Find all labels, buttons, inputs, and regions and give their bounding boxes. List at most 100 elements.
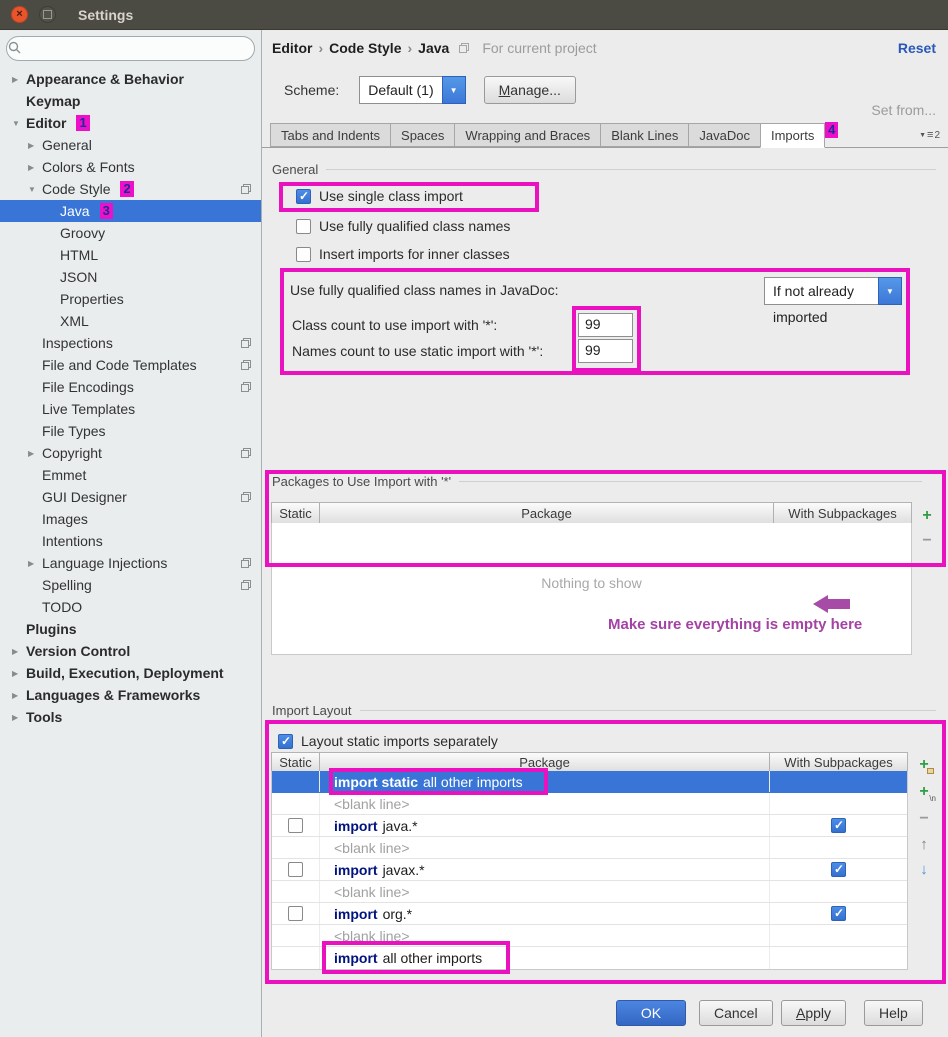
manage-button[interactable]: Manage... [484,76,576,104]
dropdown-arrow-icon[interactable]: ▼ [878,277,902,305]
set-from-link[interactable]: Set from... [871,102,936,118]
sidebar-item-emmet[interactable]: Emmet [0,464,261,486]
search-input[interactable] [6,36,255,61]
scheme-dropdown[interactable]: Default (1) ▼ [359,76,465,104]
table-row-blank-line[interactable]: <blank line> [272,925,907,947]
static-checkbox-unchecked[interactable] [288,906,303,921]
subpackages-checkbox-checked[interactable] [831,818,846,833]
sidebar-item-build-execution-deployment[interactable]: Build, Execution, Deployment [0,662,261,684]
checkbox-unchecked-icon[interactable] [296,247,311,262]
add-blank-line-button[interactable]: +\n [914,782,934,802]
breadcrumb-code-style[interactable]: Code Style [329,40,401,56]
sidebar-item-images[interactable]: Images [0,508,261,530]
sidebar-item-xml[interactable]: XML [0,310,261,332]
sidebar-item-copyright[interactable]: Copyright [0,442,261,464]
insert-imports-inner-classes-checkbox[interactable]: Insert imports for inner classes [296,243,510,265]
sidebar-item-editor[interactable]: Editor1 [0,112,261,134]
sidebar-item-languages-frameworks[interactable]: Languages & Frameworks [0,684,261,706]
static-checkbox-unchecked[interactable] [288,818,303,833]
subpackages-checkbox-checked[interactable] [831,906,846,921]
chevron-right-icon[interactable] [28,163,42,172]
chevron-right-icon[interactable] [28,141,42,150]
sidebar-item-colors-fonts[interactable]: Colors & Fonts [0,156,261,178]
sidebar-item-version-control[interactable]: Version Control [0,640,261,662]
chevron-right-icon[interactable] [28,449,42,458]
sidebar-item-groovy[interactable]: Groovy [0,222,261,244]
sidebar-item-gui-designer[interactable]: GUI Designer [0,486,261,508]
remove-entry-button[interactable]: − [914,809,934,829]
sidebar-item-appearance-behavior[interactable]: Appearance & Behavior [0,68,261,90]
sidebar-item-file-types[interactable]: File Types [0,420,261,442]
settings-sidebar: Appearance & Behavior Keymap Editor1 Gen… [0,30,262,1037]
sidebar-item-plugins[interactable]: Plugins [0,618,261,640]
sidebar-item-code-style[interactable]: Code Style2 [0,178,261,200]
table-row-blank-line[interactable]: <blank line> [272,837,907,859]
chevron-right-icon[interactable] [12,647,26,656]
ok-button[interactable]: OK [616,1000,686,1026]
sidebar-item-intentions[interactable]: Intentions [0,530,261,552]
table-row-import-all-other[interactable]: importall other imports [272,947,907,969]
chevron-right-icon[interactable] [12,669,26,678]
tab-spaces[interactable]: Spaces [390,123,454,147]
tab-imports[interactable]: Imports4 [760,123,825,148]
table-row-import-static-all[interactable]: import staticall other imports [272,771,907,793]
class-count-input[interactable]: 99 [578,313,633,337]
names-count-input[interactable]: 99 [578,339,633,363]
dropdown-arrow-icon[interactable]: ▼ [442,76,466,104]
sidebar-item-inspections[interactable]: Inspections [0,332,261,354]
tab-tabs-and-indents[interactable]: Tabs and Indents [270,123,390,147]
move-up-button[interactable]: ↑ [914,834,934,854]
chevron-down-icon[interactable] [12,119,26,128]
chevron-right-icon[interactable] [12,75,26,84]
checkbox-unchecked-icon[interactable] [296,219,311,234]
annotation-badge-4: 4 [825,122,838,138]
subpackages-checkbox-checked[interactable] [831,862,846,877]
tab-javadoc[interactable]: JavaDoc [688,123,760,147]
sidebar-item-tools[interactable]: Tools [0,706,261,728]
sidebar-item-file-code-templates[interactable]: File and Code Templates [0,354,261,376]
use-single-class-import-checkbox[interactable]: Use single class import [296,185,463,207]
sidebar-item-live-templates[interactable]: Live Templates [0,398,261,420]
packages-table-body[interactable]: Nothing to show [271,523,912,655]
table-row-import-org[interactable]: importorg.* [272,903,907,925]
table-row-blank-line[interactable]: <blank line> [272,793,907,815]
checkbox-checked-icon[interactable] [278,734,293,749]
chevron-down-icon[interactable] [28,185,42,194]
tab-blank-lines[interactable]: Blank Lines [600,123,688,147]
static-checkbox-unchecked[interactable] [288,862,303,877]
add-package-button[interactable]: + [914,755,934,775]
remove-package-button[interactable]: − [917,531,937,551]
layout-static-imports-checkbox[interactable]: Layout static imports separately [278,730,498,752]
chevron-right-icon[interactable] [28,559,42,568]
apply-button[interactable]: Apply [781,1000,846,1026]
sidebar-item-todo[interactable]: TODO [0,596,261,618]
sidebar-item-properties[interactable]: Properties [0,288,261,310]
use-fully-qualified-class-names-checkbox[interactable]: Use fully qualified class names [296,215,510,237]
window-restore-button[interactable] [39,6,56,23]
help-button[interactable]: Help [864,1000,923,1026]
cancel-button[interactable]: Cancel [699,1000,773,1026]
reset-link[interactable]: Reset [898,40,936,56]
sidebar-item-file-encodings[interactable]: File Encodings [0,376,261,398]
window-close-button[interactable]: × [11,6,28,23]
chevron-right-icon[interactable] [12,713,26,722]
javadoc-fq-dropdown[interactable]: If not already imported ▼ [764,277,902,305]
table-row-blank-line[interactable]: <blank line> [272,881,907,903]
breadcrumb-editor[interactable]: Editor [272,40,312,56]
sidebar-item-java[interactable]: Java3 [0,200,261,222]
hidden-tabs-indicator[interactable]: ▼≡2 [919,129,940,141]
sidebar-item-json[interactable]: JSON [0,266,261,288]
sidebar-item-general[interactable]: General [0,134,261,156]
table-row-import-java[interactable]: importjava.* [272,815,907,837]
add-package-button[interactable]: + [917,506,937,526]
sidebar-item-language-injections[interactable]: Language Injections [0,552,261,574]
sidebar-item-html[interactable]: HTML [0,244,261,266]
table-row-import-javax[interactable]: importjavax.* [272,859,907,881]
move-down-button[interactable]: ↓ [914,859,934,879]
sidebar-item-keymap[interactable]: Keymap [0,90,261,112]
sidebar-item-spelling[interactable]: Spelling [0,574,261,596]
menu-icon: ≡ [927,129,933,141]
checkbox-checked-icon[interactable] [296,189,311,204]
tab-wrapping-and-braces[interactable]: Wrapping and Braces [454,123,600,147]
chevron-right-icon[interactable] [12,691,26,700]
